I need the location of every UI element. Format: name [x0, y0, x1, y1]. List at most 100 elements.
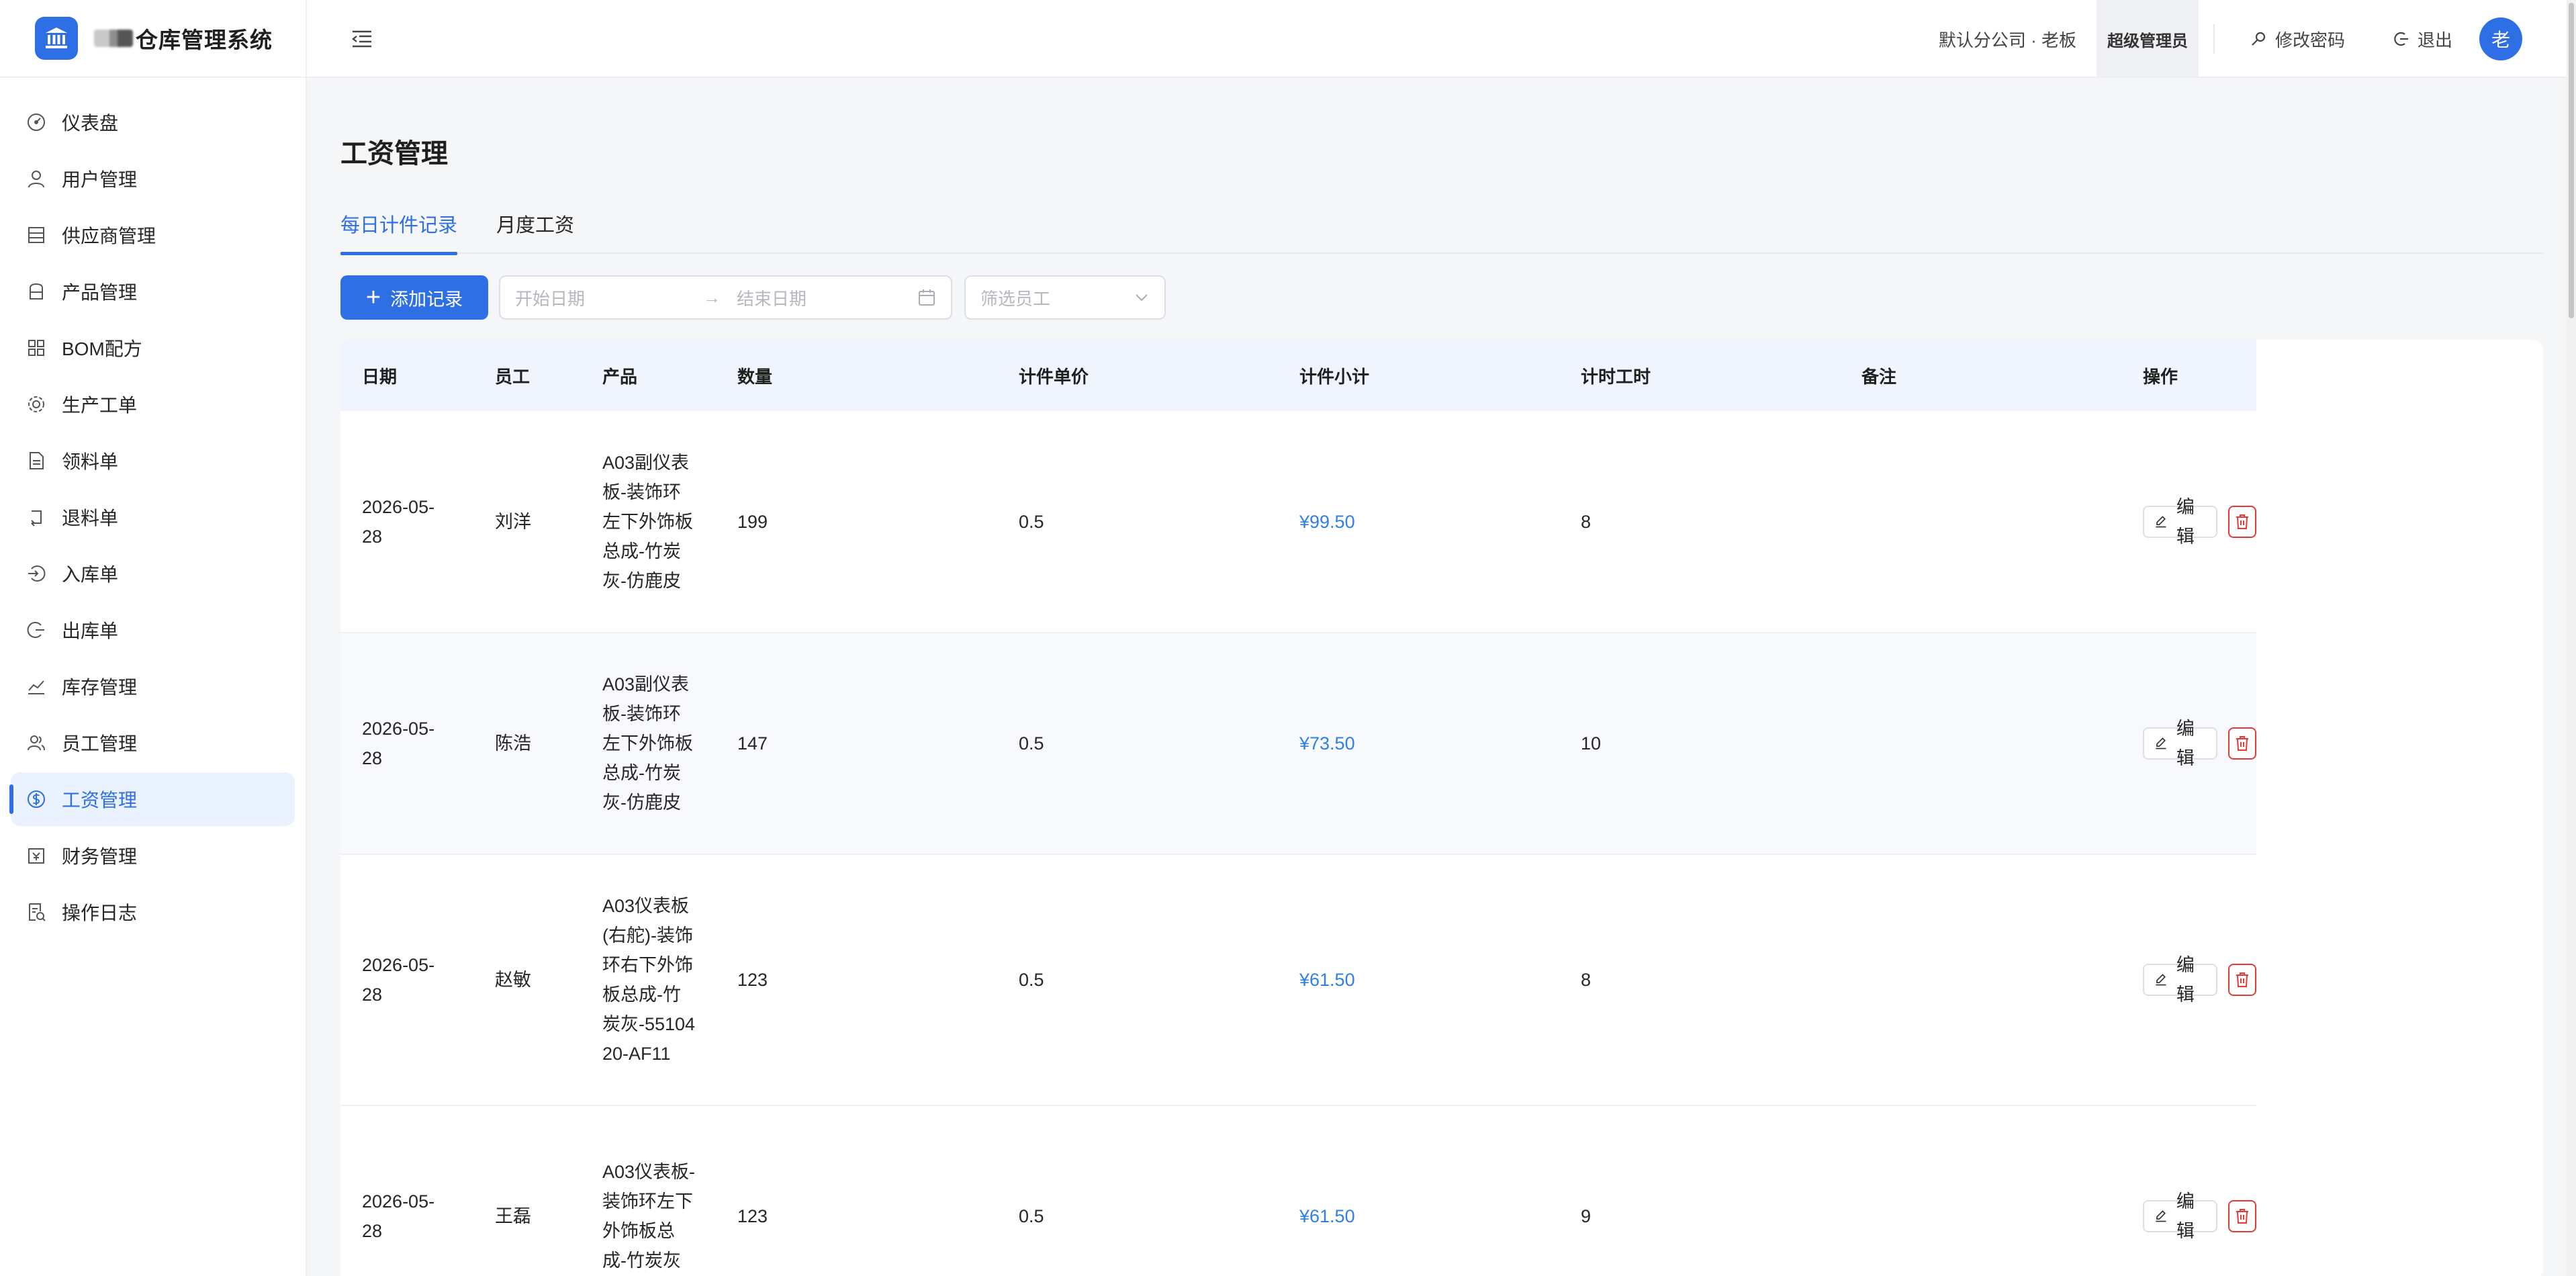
cell-product: A03仪表板-装饰环左下外饰板总成-竹炭灰 — [581, 1105, 716, 1276]
avatar[interactable]: 老 — [2479, 17, 2522, 60]
cell-product: A03仪表板(右舵)-装饰环右下外饰板总成-竹炭灰-5510420-AF11 — [581, 854, 716, 1106]
tab-monthly-salary[interactable]: 月度工资 — [496, 206, 574, 254]
sidebar-item-label: 用户管理 — [62, 169, 138, 190]
sidebar-item-employees[interactable]: 员工管理 — [11, 716, 295, 770]
sidebar-item-finance[interactable]: 财务管理 — [11, 829, 295, 882]
logout-button[interactable]: 退出 — [2392, 27, 2452, 52]
cell-employee: 陈浩 — [473, 633, 581, 855]
cell-actions: 编辑 — [2121, 633, 2256, 855]
sidebar-item-label: BOM配方 — [62, 338, 142, 359]
cell-actions: 编辑 — [2121, 411, 2256, 633]
table-row: 2026-05-28 刘洋 A03副仪表板-装饰环左下外饰板总成-竹炭灰-仿鹿皮… — [340, 411, 2256, 633]
delete-button[interactable] — [2228, 964, 2256, 996]
login-icon — [26, 563, 47, 584]
sidebar-item-bom[interactable]: BOM配方 — [11, 321, 295, 375]
edit-icon — [2156, 974, 2166, 986]
sidebar-item-products[interactable]: 产品管理 — [11, 265, 295, 318]
trash-icon — [2236, 514, 2249, 529]
grid-icon — [26, 337, 47, 359]
edit-button[interactable]: 编辑 — [2143, 1191, 2218, 1241]
date-range-picker[interactable]: 开始日期 → 结束日期 — [499, 275, 952, 320]
employee-filter-select[interactable]: 筛选员工 — [964, 275, 1166, 320]
team-icon — [26, 732, 47, 754]
start-date-input[interactable]: 开始日期 — [515, 285, 703, 310]
cell-actions: 编辑 — [2121, 1105, 2256, 1276]
cell-actions: 编辑 — [2121, 854, 2256, 1106]
top-header: 默认分公司 · 老板 超级管理员 修改密码 退出 老 — [307, 0, 2576, 78]
salary-records-table-card: 日期 员工 产品 数量 计件单价 计件小计 计时工时 备注 操作 2026-05… — [340, 340, 2543, 1276]
sidebar-item-material-return[interactable]: 退料单 — [11, 490, 295, 544]
cell-hours: 8 — [1559, 411, 1840, 633]
header-divider — [2213, 24, 2215, 54]
edit-icon — [2156, 515, 2166, 527]
sidebar-item-work-orders[interactable]: 生产工单 — [11, 377, 295, 431]
scrollbar-thumb[interactable] — [2569, 3, 2574, 318]
change-password-label: 修改密码 — [2274, 30, 2345, 50]
arrow-right-icon: → — [703, 287, 721, 308]
return-icon — [26, 506, 47, 528]
trash-icon — [2236, 736, 2249, 751]
column-header-unit-price: 计件单价 — [997, 340, 1278, 411]
sidebar-item-dashboard[interactable]: 仪表盘 — [11, 95, 295, 149]
add-record-button[interactable]: + 添加记录 — [340, 275, 488, 320]
edit-button[interactable]: 编辑 — [2143, 719, 2218, 768]
sidebar-item-suppliers[interactable]: 供应商管理 — [11, 208, 295, 262]
dashboard-icon — [26, 111, 47, 133]
cell-date: 2026-05-28 — [340, 854, 473, 1106]
sidebar-item-label: 产品管理 — [62, 282, 138, 303]
cell-quantity: 123 — [716, 1105, 997, 1276]
cell-subtotal: ¥73.50 — [1278, 633, 1559, 855]
trash-icon — [2236, 1209, 2249, 1224]
sidebar-item-label: 出库单 — [62, 621, 119, 641]
sidebar-item-material-requisition[interactable]: 领料单 — [11, 434, 295, 488]
store-icon — [26, 224, 47, 246]
table-row: 2026-05-28 赵敏 A03仪表板(右舵)-装饰环右下外饰板总成-竹炭灰-… — [340, 854, 2256, 1106]
cell-employee: 刘洋 — [473, 411, 581, 633]
sidebar-item-inbound[interactable]: 入库单 — [11, 547, 295, 600]
delete-button[interactable] — [2228, 727, 2256, 760]
cell-unit-price: 0.5 — [997, 633, 1278, 855]
sidebar-item-label: 工资管理 — [62, 790, 138, 811]
sidebar-item-label: 员工管理 — [62, 733, 138, 754]
edit-button[interactable]: 编辑 — [2143, 955, 2218, 1005]
page-title: 工资管理 — [340, 139, 448, 169]
sidebar-item-salary[interactable]: 工资管理 — [9, 772, 295, 826]
edit-icon — [2156, 1210, 2166, 1222]
sidebar-item-operation-log[interactable]: 操作日志 — [11, 885, 295, 939]
bank-logo-icon — [35, 17, 78, 60]
salary-records-table: 日期 员工 产品 数量 计件单价 计件小计 计时工时 备注 操作 2026-05… — [340, 340, 2256, 1276]
sidebar-item-outbound[interactable]: 出库单 — [11, 603, 295, 657]
dollar-icon — [26, 788, 47, 810]
delete-button[interactable] — [2228, 505, 2256, 538]
logout-icon — [26, 619, 47, 641]
sidebar-item-label: 财务管理 — [62, 846, 138, 867]
logout-icon — [2394, 32, 2408, 46]
key-icon — [2252, 32, 2266, 46]
document-icon — [26, 450, 47, 471]
vertical-scrollbar[interactable] — [2567, 0, 2576, 1276]
cell-note — [1840, 1105, 2121, 1276]
end-date-input[interactable]: 结束日期 — [737, 285, 917, 310]
chevron-down-icon — [1136, 294, 1148, 302]
log-icon — [26, 901, 47, 923]
sidebar-item-users[interactable]: 用户管理 — [11, 152, 295, 206]
sidebar-item-inventory[interactable]: 库存管理 — [11, 659, 295, 713]
edit-icon — [2156, 737, 2166, 749]
gear-icon — [26, 394, 47, 415]
cell-date: 2026-05-28 — [340, 411, 473, 633]
edit-button[interactable]: 编辑 — [2143, 497, 2218, 547]
cell-product: A03副仪表板-装饰环左下外饰板总成-竹炭灰-仿鹿皮 — [581, 411, 716, 633]
sidebar-item-label: 仪表盘 — [62, 113, 119, 134]
cell-note — [1840, 411, 2121, 633]
app-title: 仓库管理系统 — [136, 28, 273, 52]
tab-daily-piece-records[interactable]: 每日计件记录 — [340, 206, 458, 255]
cell-note — [1840, 854, 2121, 1106]
main-content: 工资管理 每日计件记录 月度工资 + 添加记录 开始日期 → 结束日期 筛选员工 — [307, 78, 2576, 1276]
account-book-icon — [26, 845, 47, 866]
delete-button[interactable] — [2228, 1200, 2256, 1232]
role-badge: 超级管理员 — [2096, 0, 2199, 78]
menu-fold-icon[interactable] — [349, 26, 375, 52]
sidebar-item-label: 操作日志 — [62, 903, 138, 923]
company-user-info: 默认分公司 · 老板 — [1938, 30, 2076, 50]
change-password-button[interactable]: 修改密码 — [2250, 27, 2345, 52]
